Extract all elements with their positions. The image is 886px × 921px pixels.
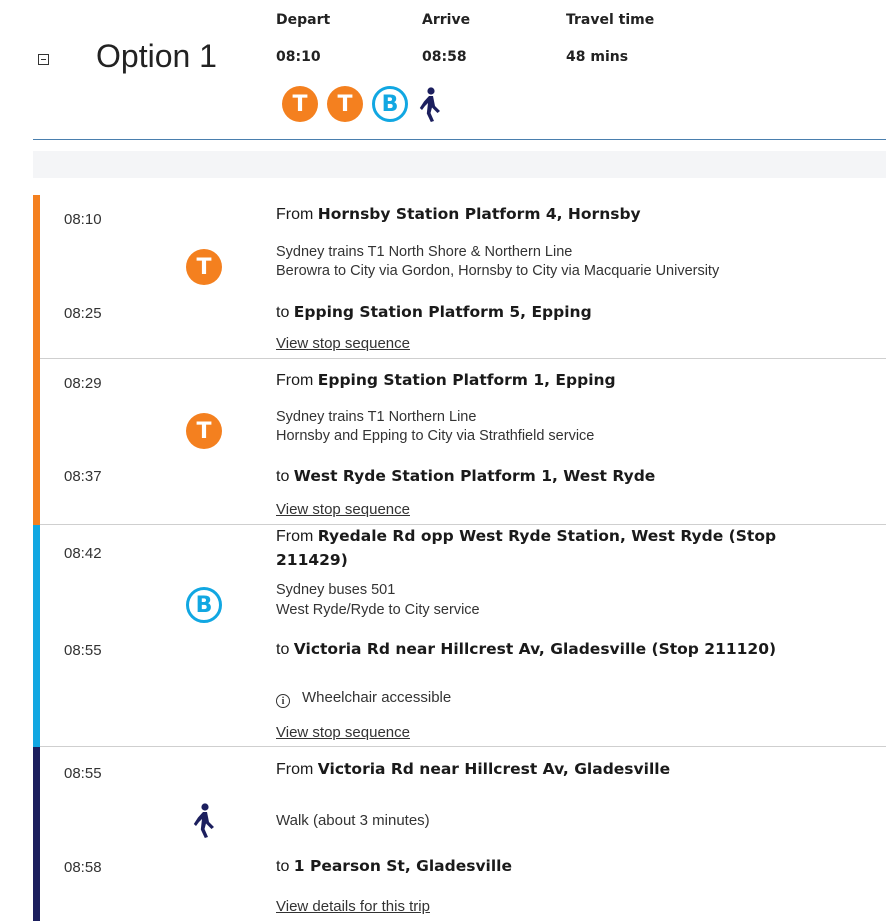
- leg-end-time: 08:55: [64, 642, 102, 659]
- view-stop-sequence-link[interactable]: View stop sequence: [276, 724, 410, 741]
- leg-from: From Hornsby Station Platform 4, Hornsby: [276, 205, 641, 223]
- bus-icon: B: [186, 587, 222, 623]
- mode-summary: T T B: [282, 86, 443, 122]
- leg-to: to Victoria Rd near Hillcrest Av, Glades…: [276, 640, 777, 658]
- leg-color-bar: [33, 525, 40, 747]
- spacer-band: [33, 151, 886, 178]
- view-stop-sequence-link[interactable]: View stop sequence: [276, 335, 410, 352]
- leg-service-name: Sydney trains T1 Northern Line: [276, 409, 477, 425]
- leg-from: From Ryedale Rd opp West Ryde Station, W…: [276, 527, 777, 545]
- depart-time: 08:10: [276, 49, 321, 65]
- arrive-label: Arrive: [422, 12, 471, 28]
- bus-icon: B: [372, 86, 408, 122]
- leg-start-time: 08:55: [64, 765, 102, 782]
- leg-end-time: 08:25: [64, 305, 102, 322]
- leg-end-time: 08:58: [64, 859, 102, 876]
- leg-from: From Epping Station Platform 1, Epping: [276, 371, 616, 389]
- option-title: Option 1: [96, 38, 217, 74]
- leg-color-bar: [33, 747, 40, 921]
- leg-color-bar: [33, 195, 40, 359]
- leg-service-desc: Berowra to City via Gordon, Hornsby to C…: [276, 263, 720, 279]
- walk-description: Walk (about 3 minutes): [276, 812, 430, 829]
- trip-leg-train-2: 08:29 08:37 T From Epping Station Platfo…: [33, 359, 886, 525]
- leg-to: to Epping Station Platform 5, Epping: [276, 303, 592, 321]
- train-icon: T: [186, 249, 222, 285]
- leg-from-continued: 211429): [276, 551, 348, 569]
- walk-icon: [193, 803, 214, 838]
- train-icon: T: [282, 86, 318, 122]
- accessibility-note: i Wheelchair accessible: [276, 688, 451, 708]
- train-icon: T: [327, 86, 363, 122]
- view-stop-sequence-link[interactable]: View stop sequence: [276, 501, 410, 518]
- info-icon: i: [276, 694, 290, 708]
- leg-service-desc: Hornsby and Epping to City via Strathfie…: [276, 428, 595, 444]
- arrive-time: 08:58: [422, 49, 467, 65]
- train-icon: T: [186, 413, 222, 449]
- leg-from: From Victoria Rd near Hillcrest Av, Glad…: [276, 760, 671, 778]
- trip-leg-train-1: 08:10 08:25 T From Hornsby Station Platf…: [33, 195, 886, 359]
- leg-service-name: Sydney buses 501: [276, 582, 396, 598]
- walk-icon: [419, 87, 440, 122]
- travel-time-label: Travel time: [566, 12, 655, 28]
- travel-time: 48 mins: [566, 49, 629, 65]
- leg-to: to 1 Pearson St, Gladesville: [276, 857, 513, 875]
- accessibility-label: Wheelchair accessible: [302, 689, 452, 706]
- trip-leg-walk: 08:55 08:58 From Victoria Rd near Hillcr…: [33, 747, 886, 921]
- leg-to: to West Ryde Station Platform 1, West Ry…: [276, 467, 656, 485]
- trip-leg-bus: 08:42 08:55 B From Ryedale Rd opp West R…: [33, 525, 886, 747]
- view-trip-details-link[interactable]: View details for this trip: [276, 898, 430, 915]
- header-divider: [33, 139, 886, 140]
- collapse-toggle-icon[interactable]: [38, 54, 49, 65]
- depart-label: Depart: [276, 12, 331, 28]
- leg-service-name: Sydney trains T1 North Shore & Northern …: [276, 244, 573, 260]
- leg-start-time: 08:42: [64, 545, 102, 562]
- leg-start-time: 08:29: [64, 375, 102, 392]
- leg-color-bar: [33, 359, 40, 525]
- leg-service-desc: West Ryde/Ryde to City service: [276, 602, 480, 618]
- leg-end-time: 08:37: [64, 468, 102, 485]
- leg-start-time: 08:10: [64, 211, 102, 228]
